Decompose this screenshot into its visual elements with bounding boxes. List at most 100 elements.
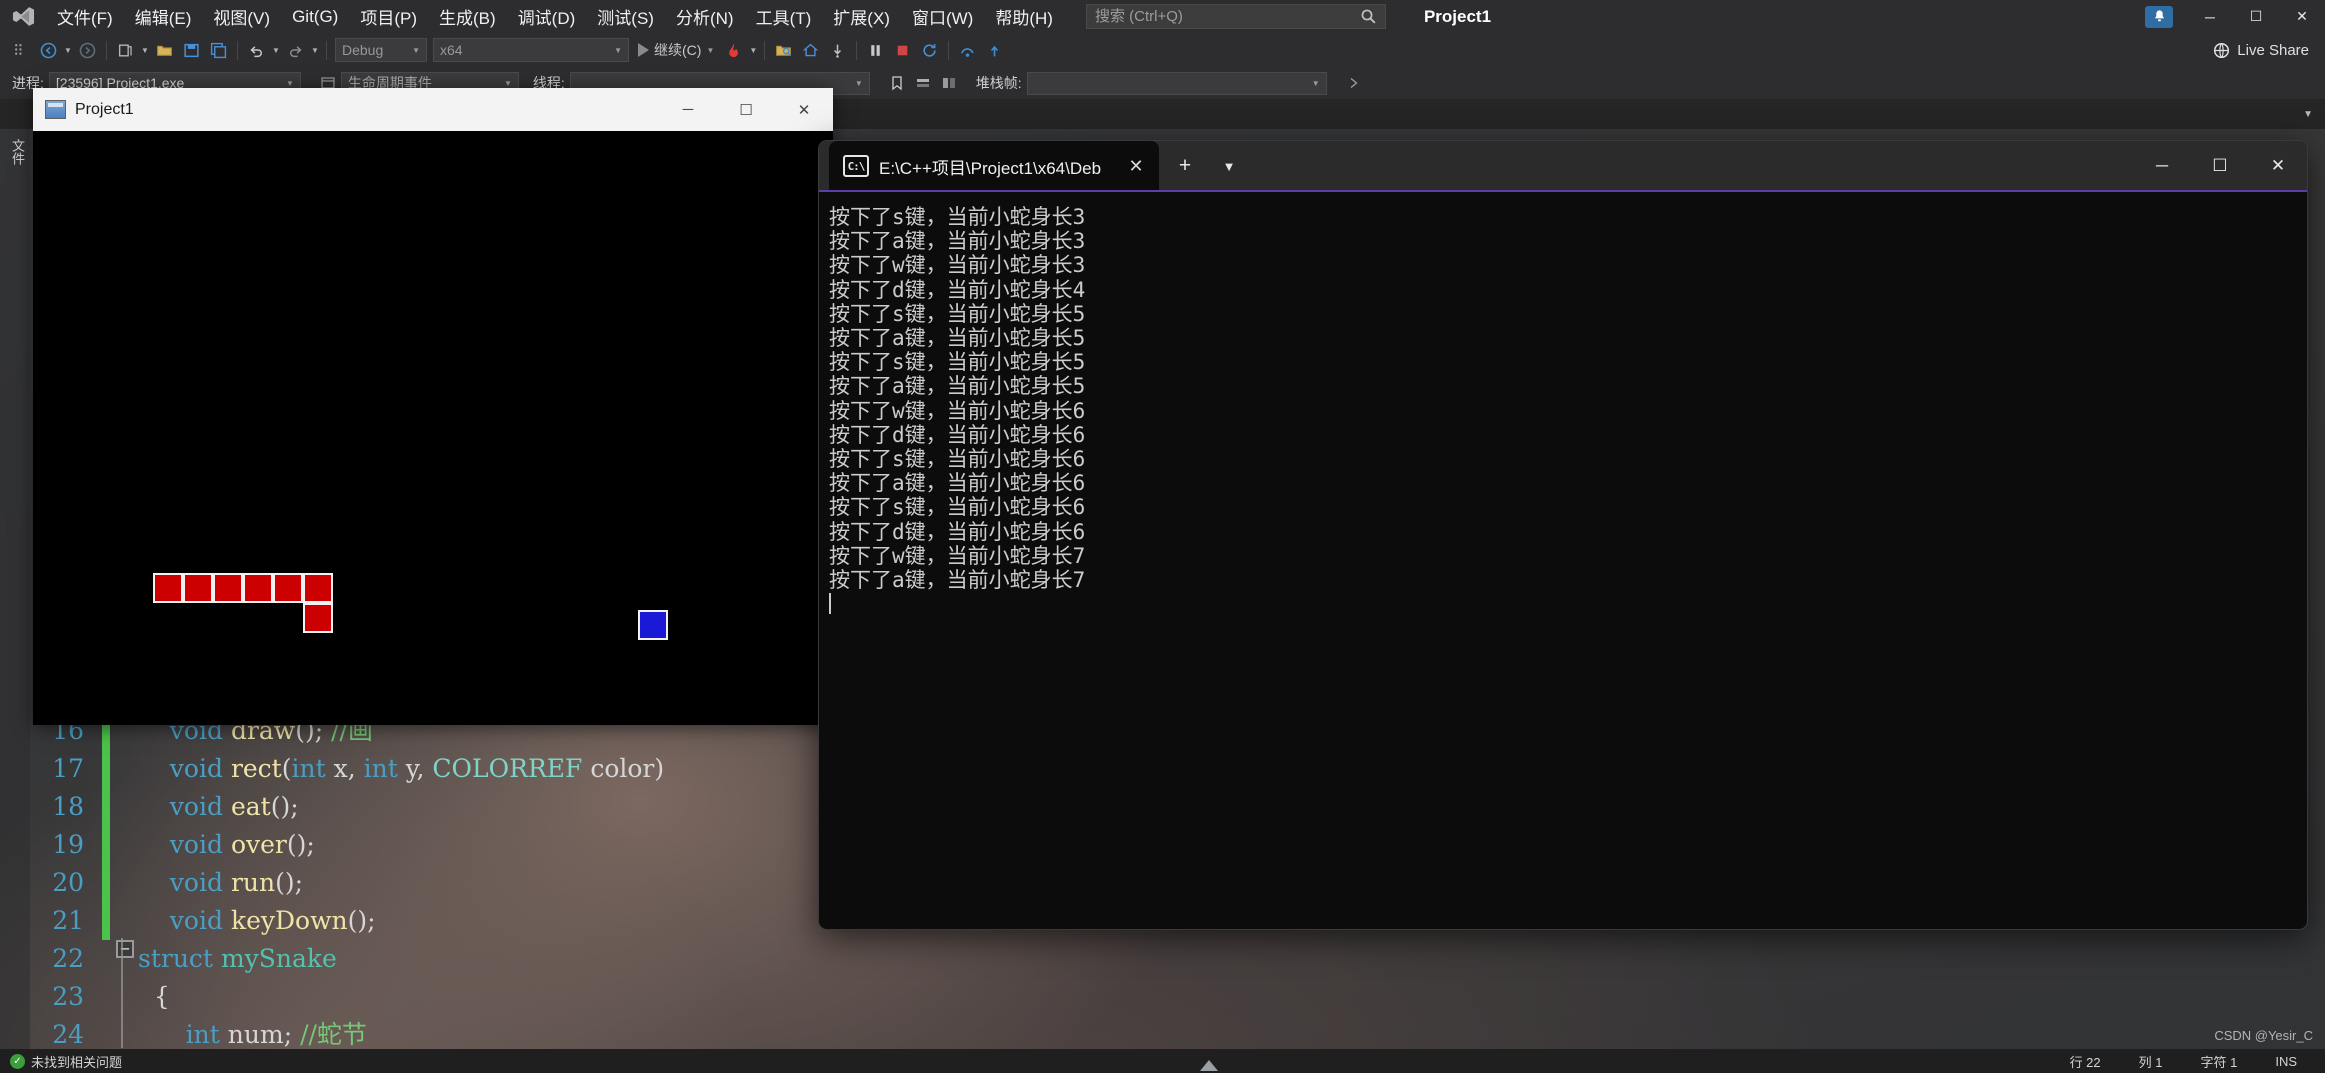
save-all-icon[interactable] bbox=[206, 38, 231, 63]
menu-item-3[interactable]: Git(G) bbox=[281, 0, 349, 33]
save-icon[interactable] bbox=[179, 38, 204, 63]
game-minimize-button[interactable]: ─ bbox=[659, 88, 717, 131]
step-over-icon[interactable] bbox=[955, 38, 980, 63]
terminal-tab-close-icon[interactable]: ✕ bbox=[1123, 153, 1149, 179]
game-canvas[interactable] bbox=[33, 131, 833, 725]
toolbar-separator bbox=[326, 40, 327, 60]
chevron-down-icon: ▼ bbox=[1311, 78, 1320, 88]
menu-item-4[interactable]: 项目(P) bbox=[349, 0, 428, 33]
menu-item-1[interactable]: 编辑(E) bbox=[124, 0, 203, 33]
restart-icon[interactable] bbox=[917, 38, 942, 63]
bookmark-icon[interactable] bbox=[886, 72, 908, 94]
minimize-button[interactable]: ─ bbox=[2187, 0, 2233, 33]
terminal-line: 按下了w键，当前小蛇身长7 bbox=[829, 543, 1086, 568]
code-line[interactable]: 20 void run(); bbox=[30, 864, 840, 902]
menu-item-8[interactable]: 分析(N) bbox=[665, 0, 745, 33]
terminal-maximize-button[interactable]: ☐ bbox=[2191, 141, 2249, 191]
code-token: int bbox=[185, 1020, 220, 1049]
terminal-new-tab-button[interactable]: + bbox=[1167, 148, 1203, 184]
code-editor[interactable]: 16 void draw(); //画 17 void rect(int x, i… bbox=[30, 712, 840, 1049]
terminal-window[interactable]: C:\ E:\C++项目\Project1\x64\Deb ✕ + ▼ ─ ☐ … bbox=[818, 140, 2308, 930]
line-number: 18 bbox=[52, 792, 84, 821]
toolbar-separator bbox=[764, 40, 766, 60]
code-line[interactable]: 22 − struct mySnake bbox=[30, 940, 840, 978]
solution-platform-combo[interactable]: x64 ▼ bbox=[433, 38, 629, 62]
notifications-icon[interactable] bbox=[2145, 5, 2173, 28]
stack-frame-expand-icon[interactable] bbox=[938, 72, 960, 94]
step-home-icon[interactable] bbox=[798, 38, 823, 63]
left-tool-window-strip[interactable]: 文件 bbox=[0, 129, 30, 1051]
terminal-dropdown-chevron-icon[interactable]: ▼ bbox=[1211, 148, 1247, 184]
menu-item-11[interactable]: 窗口(W) bbox=[901, 0, 984, 33]
line-number: 17 bbox=[52, 754, 84, 783]
undo-icon[interactable] bbox=[244, 38, 269, 63]
stop-icon[interactable] bbox=[890, 38, 915, 63]
search-box[interactable] bbox=[1085, 4, 1386, 29]
solution-configuration-combo[interactable]: Debug ▼ bbox=[335, 38, 427, 62]
redo-icon[interactable] bbox=[283, 38, 308, 63]
stack-frame-next-icon[interactable] bbox=[1343, 72, 1365, 94]
code-token: color) bbox=[582, 754, 665, 783]
step-out-icon[interactable] bbox=[982, 38, 1007, 63]
terminal-tab[interactable]: C:\ E:\C++项目\Project1\x64\Deb ✕ bbox=[829, 141, 1160, 191]
stack-frame-toggle-icon[interactable] bbox=[912, 72, 934, 94]
toolbar-options-icon[interactable] bbox=[9, 38, 34, 63]
menu-item-0[interactable]: 文件(F) bbox=[46, 0, 124, 33]
menu-item-2[interactable]: 视图(V) bbox=[202, 0, 281, 33]
open-file-icon[interactable] bbox=[152, 38, 177, 63]
live-share-button[interactable]: Live Share bbox=[2213, 33, 2309, 67]
chevron-down-icon: ▼ bbox=[503, 78, 512, 88]
terminal-minimize-button[interactable]: ─ bbox=[2133, 141, 2191, 191]
code-line[interactable]: 19 void over(); bbox=[30, 826, 840, 864]
game-maximize-button[interactable]: ☐ bbox=[717, 88, 775, 131]
new-project-icon[interactable] bbox=[113, 38, 138, 63]
pause-icon[interactable] bbox=[863, 38, 888, 63]
terminal-output[interactable]: 按下了s键，当前小蛇身长3 按下了a键，当前小蛇身长3 按下了w键，当前小蛇身长3 按… bbox=[819, 191, 2307, 929]
new-project-caret-icon[interactable]: ▼ bbox=[139, 38, 151, 63]
code-line[interactable]: 17 void rect(int x, int y, COLORREF colo… bbox=[30, 750, 840, 788]
code-line[interactable]: 23 { bbox=[30, 978, 840, 1016]
code-line[interactable]: 21 void keyDown(); bbox=[30, 902, 840, 940]
search-input[interactable] bbox=[1094, 8, 1360, 25]
standard-toolbar: ▼ ▼ ▼ ▼ Debug ▼ x64 ▼ 继续(C) ▼ ▼ Live Sha… bbox=[0, 33, 2325, 67]
change-marker bbox=[102, 826, 110, 864]
stack-frame-combo[interactable]: ▼ bbox=[1026, 71, 1327, 95]
menu-item-7[interactable]: 测试(S) bbox=[586, 0, 665, 33]
game-close-button[interactable]: ✕ bbox=[775, 88, 833, 131]
fold-margin[interactable]: − bbox=[114, 940, 136, 958]
terminal-close-button[interactable]: ✕ bbox=[2249, 141, 2307, 191]
error-list-status[interactable]: ✓ 未找到相关问题 bbox=[10, 1052, 122, 1071]
close-button[interactable]: ✕ bbox=[2279, 0, 2325, 33]
app-window-icon bbox=[45, 100, 66, 119]
hot-reload-icon[interactable] bbox=[721, 38, 746, 63]
menu-item-10[interactable]: 扩展(X) bbox=[822, 0, 901, 33]
tab-overflow-chevron-icon[interactable]: ▼ bbox=[2303, 109, 2313, 120]
menu-item-12[interactable]: 帮助(H) bbox=[984, 0, 1064, 33]
menu-item-9[interactable]: 工具(T) bbox=[745, 0, 823, 33]
navigate-back-icon[interactable] bbox=[36, 38, 61, 63]
toolbar-separator bbox=[948, 40, 950, 60]
continue-button[interactable]: 继续(C) ▼ bbox=[632, 38, 720, 63]
chevron-down-icon: ▼ bbox=[614, 45, 622, 55]
step-into-icon[interactable] bbox=[825, 38, 850, 63]
menu-item-6[interactable]: 调试(D) bbox=[507, 0, 587, 33]
redo-caret-icon[interactable]: ▼ bbox=[309, 38, 321, 63]
vs-window: 文件(F) 编辑(E) 视图(V) Git(G) 项目(P) 生成(B) 调试(D) 测试(S… bbox=[0, 0, 2325, 1073]
code-line[interactable]: 18 void eat(); bbox=[30, 788, 840, 826]
navigate-forward-icon[interactable] bbox=[75, 38, 100, 63]
menu-item-5[interactable]: 生成(B) bbox=[428, 0, 507, 33]
navigate-back-caret-icon[interactable]: ▼ bbox=[62, 38, 74, 63]
hot-reload-caret-icon[interactable]: ▼ bbox=[747, 38, 759, 63]
maximize-button[interactable]: ☐ bbox=[2233, 0, 2279, 33]
undo-caret-icon[interactable]: ▼ bbox=[270, 38, 282, 63]
collapse-icon[interactable]: − bbox=[116, 940, 134, 958]
code-token: void bbox=[169, 868, 223, 897]
game-window[interactable]: Project1 ─ ☐ ✕ bbox=[33, 88, 833, 725]
line-number: 21 bbox=[52, 906, 84, 935]
attach-to-process-icon[interactable] bbox=[771, 38, 796, 63]
line-number: 23 bbox=[52, 982, 84, 1011]
caret-char-indicator: 字符 1 bbox=[2200, 1054, 2238, 1070]
